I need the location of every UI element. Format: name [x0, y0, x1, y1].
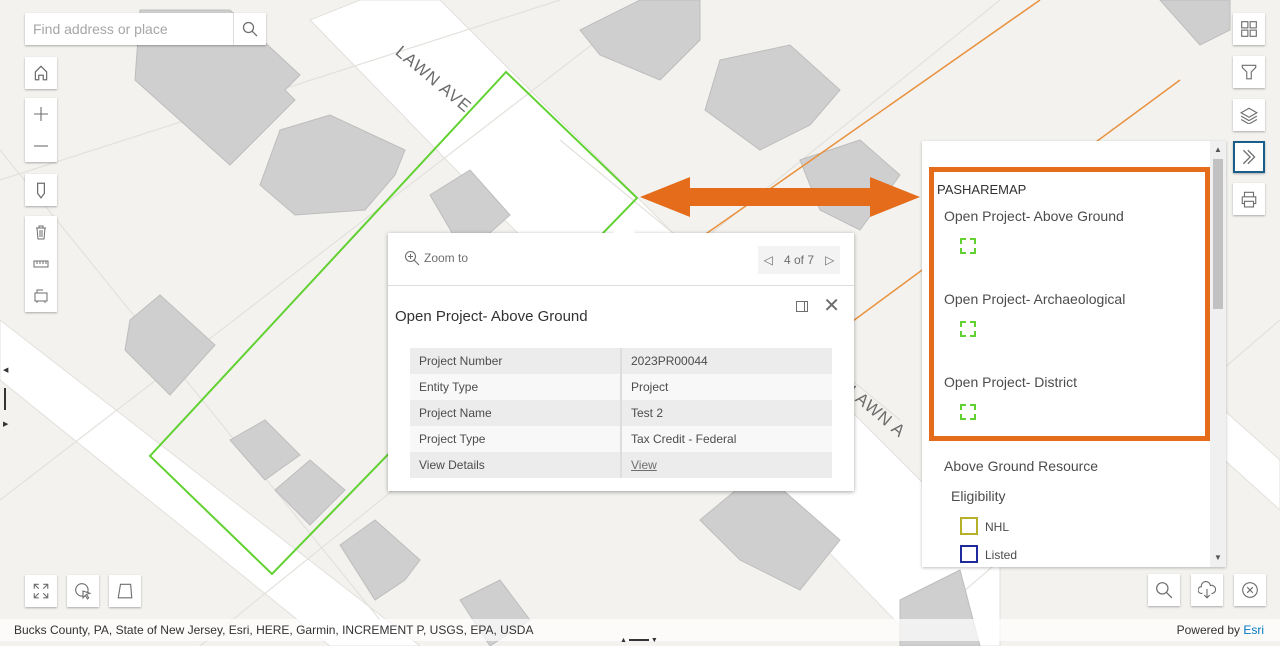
- field-name: Project Name: [410, 400, 622, 426]
- layer-list-button[interactable]: [1233, 99, 1265, 131]
- field-value: Tax Credit - Federal: [621, 426, 832, 452]
- esri-link[interactable]: Esri: [1243, 623, 1264, 637]
- search-tool-button[interactable]: [1148, 574, 1180, 606]
- locate-button[interactable]: [25, 174, 57, 206]
- filter-icon: [1241, 64, 1257, 80]
- field-name: View Details: [410, 452, 622, 478]
- clear-button[interactable]: [25, 216, 57, 248]
- printer-icon: [1241, 191, 1257, 208]
- grid-icon: [1241, 21, 1257, 37]
- dock-icon[interactable]: [796, 301, 808, 312]
- legend-swatch-nhl: [960, 517, 978, 535]
- pager-count: 4 of 7: [783, 253, 814, 267]
- bottom-panel-handle[interactable]: ▲ ▼: [620, 637, 658, 644]
- download-button[interactable]: [1191, 574, 1223, 606]
- previous-feature-button[interactable]: ◁: [764, 253, 773, 267]
- table-row: Project Name Test 2: [410, 400, 832, 426]
- home-icon: [34, 65, 48, 81]
- search-icon: [242, 21, 258, 37]
- legend-group-title: Above Ground Resource: [944, 458, 1099, 474]
- legend-item-label: NHL: [985, 520, 1010, 534]
- popup-header: Zoom to ◁ 4 of 7 ▷: [388, 233, 854, 286]
- table-row: View Details View: [410, 452, 832, 478]
- field-value: 2023PR00044: [621, 348, 832, 374]
- polygon-icon: [117, 583, 133, 599]
- collapse-left-arrow[interactable]: ◀: [3, 366, 8, 374]
- layers-icon: [1240, 107, 1258, 124]
- close-popup-button[interactable]: ✕: [823, 296, 840, 316]
- location-pin-icon: [37, 182, 45, 199]
- trash-icon: [36, 225, 46, 240]
- search-input[interactable]: [25, 13, 233, 45]
- print-button[interactable]: [1233, 183, 1265, 215]
- annotation-highlight-box: [929, 167, 1210, 441]
- scroll-down-arrow[interactable]: ▼: [1210, 551, 1226, 565]
- legend-subgroup-title: Eligibility: [951, 488, 1006, 504]
- select-area-button[interactable]: [25, 280, 57, 312]
- double-chevron-icon: [1242, 149, 1256, 165]
- search-icon: [1156, 582, 1173, 599]
- view-details-link[interactable]: View: [631, 458, 657, 472]
- side-handle[interactable]: [4, 388, 6, 410]
- attribute-table: Project Number 2023PR00044 Entity Type Pro…: [410, 348, 832, 478]
- legend-scrollbar[interactable]: ▲ ▼: [1210, 141, 1226, 567]
- search-button[interactable]: [233, 13, 266, 45]
- powered-by-label: Powered by: [1176, 623, 1244, 637]
- measure-button[interactable]: [25, 248, 57, 280]
- zoom-controls: [25, 98, 57, 162]
- select-icon: [34, 289, 48, 303]
- close-tool-button[interactable]: [1234, 574, 1266, 606]
- fullscreen-icon: [33, 583, 49, 599]
- cloud-download-icon: [1198, 581, 1216, 599]
- field-value: Test 2: [621, 400, 832, 426]
- basemap-gallery-button[interactable]: [1233, 13, 1265, 45]
- popup-title: Open Project- Above Ground: [395, 308, 588, 325]
- feature-pager: ◁ 4 of 7 ▷: [758, 246, 840, 274]
- popup-pointer: [612, 218, 636, 234]
- zoom-out-button[interactable]: [25, 130, 57, 162]
- next-feature-button[interactable]: ▷: [825, 253, 834, 267]
- field-name: Project Number: [410, 348, 622, 374]
- field-name: Entity Type: [410, 374, 622, 400]
- powered-by: Powered by Esri: [1177, 623, 1264, 637]
- minus-icon: [34, 145, 48, 147]
- expand-left-arrow[interactable]: ▶: [3, 420, 8, 428]
- field-value: View: [621, 452, 832, 478]
- attribution-sources: Bucks County, PA, State of New Jersey, E…: [14, 623, 534, 637]
- feature-popup: Zoom to ◁ 4 of 7 ▷ Open Project- Above G…: [388, 233, 854, 491]
- ruler-icon: [33, 260, 49, 268]
- zoom-to-label: Zoom to: [424, 251, 469, 265]
- search-widget: [25, 13, 266, 45]
- plus-icon: [34, 107, 48, 121]
- legend-item-label: Listed: [985, 548, 1018, 562]
- scroll-up-arrow[interactable]: ▲: [1210, 143, 1226, 157]
- field-name: Project Type: [410, 426, 622, 452]
- zoom-to-button[interactable]: Zoom to: [404, 250, 468, 266]
- table-row: Entity Type Project: [410, 374, 832, 400]
- table-row: Project Type Tax Credit - Federal: [410, 426, 832, 452]
- home-button[interactable]: [25, 57, 57, 89]
- circle-x-icon: [1242, 582, 1258, 598]
- fullscreen-button[interactable]: [25, 575, 57, 607]
- filter-button[interactable]: [1233, 56, 1265, 88]
- globe-cursor-icon: [75, 583, 92, 600]
- draw-tools: [25, 216, 57, 312]
- zoom-in-magnifier-icon: [404, 250, 420, 266]
- draw-polygon-button[interactable]: [109, 575, 141, 607]
- select-by-click-button[interactable]: [67, 575, 99, 607]
- zoom-in-button[interactable]: [25, 98, 57, 130]
- scrollbar-thumb[interactable]: [1213, 159, 1223, 309]
- field-value: Project: [621, 374, 832, 400]
- table-row: Project Number 2023PR00044: [410, 348, 832, 374]
- legend-button[interactable]: [1233, 141, 1265, 173]
- legend-swatch-listed: [960, 545, 978, 563]
